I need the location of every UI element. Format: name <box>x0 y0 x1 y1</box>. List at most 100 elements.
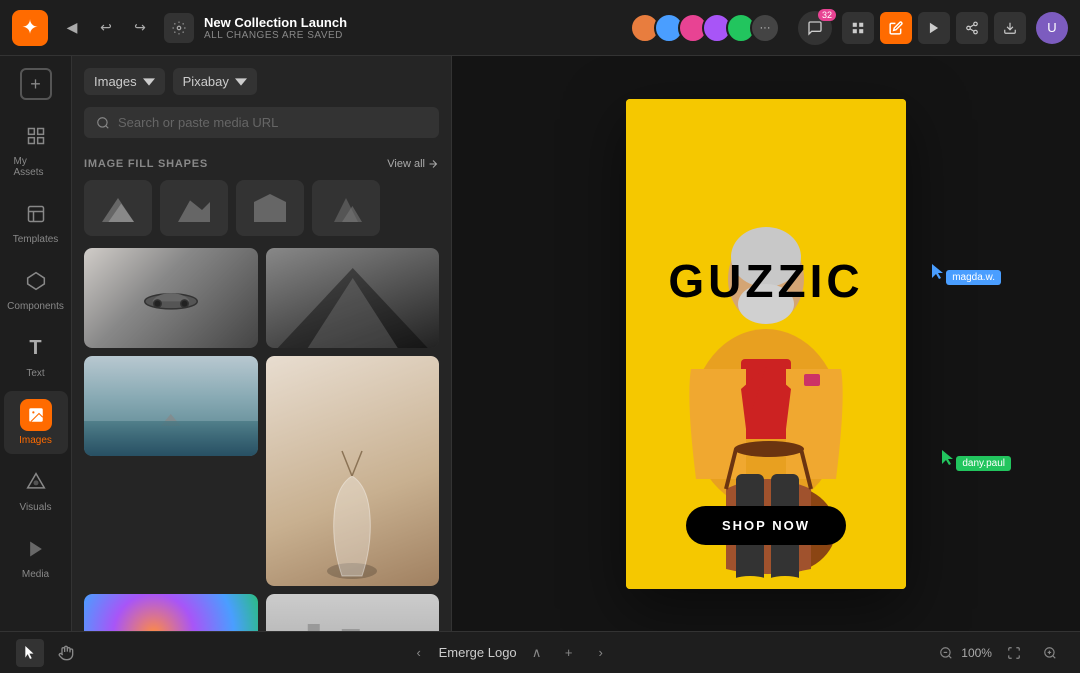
edit-icon <box>889 21 903 35</box>
zoom-search-icon <box>1043 646 1057 660</box>
image-grid <box>72 248 451 631</box>
edit-button[interactable] <box>880 12 912 44</box>
cta-button[interactable]: SHOP NOW <box>686 506 846 545</box>
shape-mountain-1[interactable] <box>84 180 152 236</box>
sidebar-item-visuals[interactable]: Visuals <box>4 458 68 521</box>
image-thumbnail-car[interactable] <box>84 248 258 348</box>
prev-page-button[interactable]: ‹ <box>407 641 431 665</box>
page-up-button[interactable]: ∧ <box>525 641 549 665</box>
canvas-area: GUZZIC SHOP NOW magda.w. dany.paul <box>452 56 1080 631</box>
image-thumbnail-globe[interactable] <box>84 594 258 631</box>
avatar-more[interactable]: ··· <box>750 13 780 43</box>
cursor-arrow-magda <box>932 264 944 280</box>
image-thumbnail-city[interactable] <box>266 594 440 631</box>
images-dropdown[interactable]: Images <box>84 68 165 95</box>
media-panel: Images Pixabay IMAGE FILL SHAPES View al… <box>72 56 452 631</box>
hand-tool-button[interactable] <box>52 639 80 667</box>
tool-buttons <box>16 639 80 667</box>
shape-mountain-2[interactable] <box>160 180 228 236</box>
topbar: ✦ ◀ ↩ ↪ New Collection Launch ALL CHANGE… <box>0 0 1080 56</box>
gear-icon <box>172 21 186 35</box>
sidebar-label-text: Text <box>26 368 44 379</box>
image-thumbnail-vase[interactable] <box>266 356 440 586</box>
cursor-tool-icon <box>23 646 37 660</box>
add-page-button[interactable]: + <box>557 641 581 665</box>
image-thumbnail-lake[interactable] <box>84 356 258 456</box>
source-dropdown-label: Pixabay <box>183 74 229 89</box>
zoom-icon <box>939 646 953 660</box>
canvas-inner: GUZZIC SHOP NOW magda.w. dany.paul <box>626 99 906 589</box>
user-avatar[interactable]: U <box>1036 12 1068 44</box>
comment-icon <box>807 20 823 36</box>
comment-badge: 32 <box>818 9 836 21</box>
next-page-button[interactable]: › <box>589 641 613 665</box>
visuals-icon <box>20 466 52 498</box>
fullscreen-button[interactable] <box>1000 639 1028 667</box>
shape-mountain-4[interactable] <box>312 180 380 236</box>
play-button[interactable] <box>918 12 950 44</box>
page-navigation: ‹ Emerge Logo ∧ + › <box>407 641 613 665</box>
project-name: New Collection Launch <box>204 15 347 30</box>
project-status: ALL CHANGES ARE SAVED <box>204 30 347 41</box>
collaborator-avatars: ··· <box>630 13 780 43</box>
sidebar-label-templates: Templates <box>13 234 59 245</box>
image-thumbnail-architecture[interactable] <box>266 248 440 348</box>
zoom-controls: 100% <box>939 639 1064 667</box>
design-card[interactable]: GUZZIC SHOP NOW <box>626 99 906 589</box>
templates-icon <box>20 198 52 230</box>
shapes-section-header: IMAGE FILL SHAPES View all <box>72 150 451 176</box>
chevron-down-icon <box>143 76 155 88</box>
main-content: + My Assets Templates Components T Text <box>0 56 1080 631</box>
zoom-search-button[interactable] <box>1036 639 1064 667</box>
download-button[interactable] <box>994 12 1026 44</box>
download-icon <box>1003 21 1017 35</box>
sidebar-item-images[interactable]: Images <box>4 391 68 454</box>
cursor-magda: magda.w. <box>932 264 1001 285</box>
panel-header: Images Pixabay <box>72 56 451 107</box>
app-logo[interactable]: ✦ <box>12 10 48 46</box>
page-name: Emerge Logo <box>439 645 517 660</box>
source-dropdown[interactable]: Pixabay <box>173 68 257 95</box>
images-icon <box>20 399 52 431</box>
sidebar-item-components[interactable]: Components <box>4 257 68 320</box>
back-button[interactable]: ◀ <box>58 14 86 42</box>
sidebar-item-media[interactable]: Media <box>4 525 68 588</box>
components-icon <box>20 265 52 297</box>
sidebar-label-images: Images <box>19 435 52 446</box>
media-icon <box>20 533 52 565</box>
sidebar-label-visuals: Visuals <box>19 502 51 513</box>
left-sidebar: + My Assets Templates Components T Text <box>0 56 72 631</box>
grid-view-button[interactable] <box>842 12 874 44</box>
comment-button[interactable]: 32 <box>798 11 832 45</box>
sidebar-item-templates[interactable]: Templates <box>4 190 68 253</box>
share-icon <box>965 21 979 35</box>
images-dropdown-label: Images <box>94 74 137 89</box>
settings-button[interactable] <box>164 13 194 43</box>
redo-button[interactable]: ↪ <box>126 14 154 42</box>
arrow-right-icon <box>427 158 439 170</box>
share-button[interactable] <box>956 12 988 44</box>
undo-button[interactable]: ↩ <box>92 14 120 42</box>
sidebar-item-text[interactable]: T Text <box>4 324 68 387</box>
brand-name: GUZZIC <box>668 254 863 308</box>
search-input[interactable] <box>118 115 427 130</box>
text-icon: T <box>20 332 52 364</box>
cursor-tool-button[interactable] <box>16 639 44 667</box>
search-icon <box>96 116 110 130</box>
play-icon <box>927 21 941 35</box>
logo-icon: ✦ <box>22 15 39 40</box>
search-bar <box>84 107 439 138</box>
project-info: New Collection Launch ALL CHANGES ARE SA… <box>204 15 347 41</box>
zoom-level: 100% <box>961 646 992 660</box>
sidebar-item-my-assets[interactable]: My Assets <box>4 112 68 186</box>
grid-icon <box>851 21 865 35</box>
hand-tool-icon <box>58 645 74 661</box>
fullscreen-icon <box>1007 646 1021 660</box>
shape-mountain-3[interactable] <box>236 180 304 236</box>
sidebar-label-media: Media <box>22 569 49 580</box>
cursor-dany: dany.paul <box>942 450 1011 471</box>
view-all-button[interactable]: View all <box>387 158 439 170</box>
sidebar-label-components: Components <box>7 301 64 312</box>
bottom-bar: ‹ Emerge Logo ∧ + › 100% <box>0 631 1080 673</box>
add-element-button[interactable]: + <box>20 68 52 100</box>
